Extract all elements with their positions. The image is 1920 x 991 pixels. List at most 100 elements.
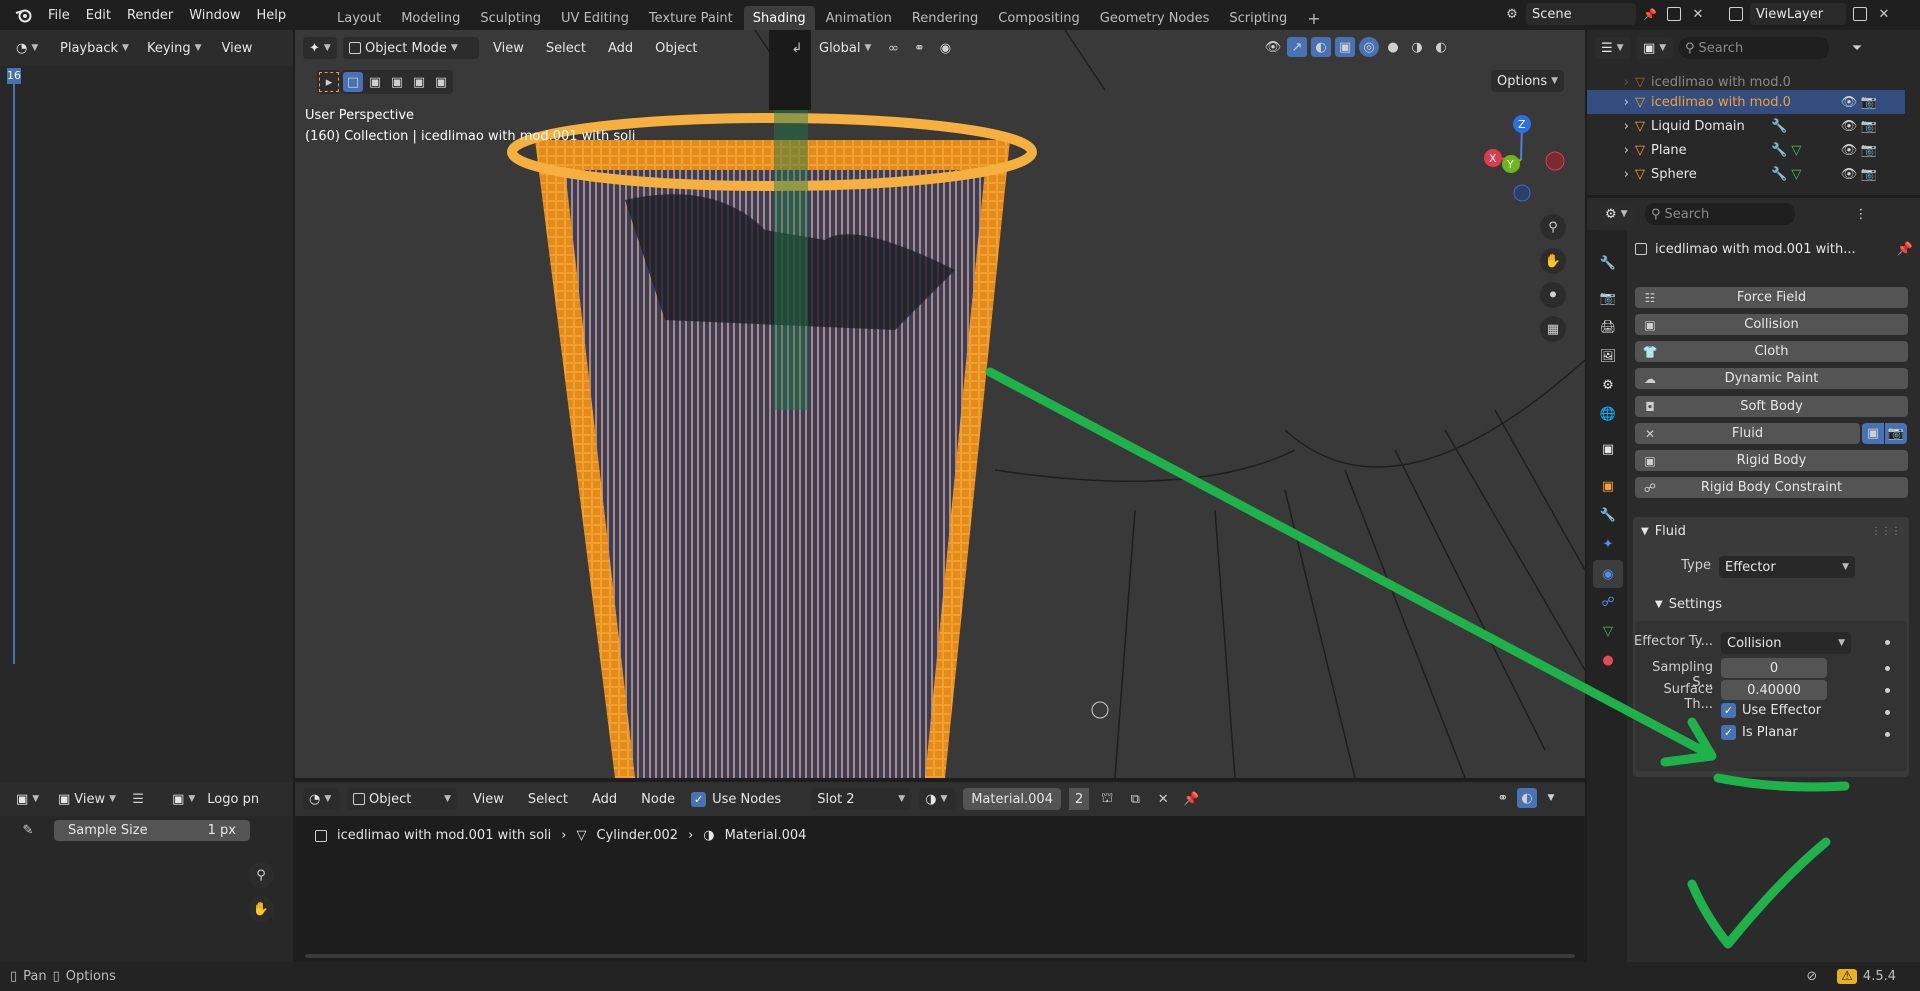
blender-logo-icon[interactable] (12, 5, 36, 25)
image-name[interactable]: Logo pn (207, 792, 259, 807)
orientation-dropdown[interactable]: Global ▼ (813, 37, 877, 59)
collection-tab-icon[interactable]: ▣ (1597, 438, 1619, 460)
snap-icon[interactable]: ⚭ (909, 38, 929, 58)
use-effector-checkbox[interactable]: ✓ Use Effector (1721, 703, 1821, 718)
eye-icon[interactable]: 👁 (1839, 92, 1859, 112)
eye-icon[interactable]: 👁 (1839, 140, 1859, 160)
node-menu-add[interactable]: Add (584, 782, 625, 816)
data-tab-icon[interactable]: ▽ (1597, 620, 1619, 642)
fluid-button[interactable]: ✕ Fluid (1635, 423, 1860, 444)
scene-icon[interactable]: ⚙ (1502, 4, 1522, 24)
keyframe-dot-icon[interactable] (1885, 688, 1890, 693)
effector-type-dropdown[interactable]: Collision ▼ (1721, 632, 1851, 654)
outliner-row-selected[interactable]: › ▽ icedlimao with mod.0 👁 📷 (1587, 90, 1905, 114)
tab-geometry-nodes[interactable]: Geometry Nodes (1091, 6, 1219, 30)
soft-body-button[interactable]: ◘ Soft Body (1635, 396, 1908, 417)
scene-tab-icon[interactable]: ⚙ (1597, 374, 1619, 396)
warning-icon[interactable]: ⚠ (1837, 969, 1857, 984)
outliner-search[interactable]: ⚲ Search (1679, 37, 1829, 59)
settings-subpanel-header[interactable]: ▼ Settings (1655, 597, 1722, 612)
new-scene-icon[interactable] (1664, 4, 1684, 24)
zoom-icon[interactable]: ⚲ (248, 862, 274, 888)
material-shading-icon[interactable]: ◑ (1407, 37, 1427, 57)
image-editor-type[interactable]: ▣ ▼ (10, 788, 46, 810)
object-mode-dropdown[interactable]: Object Mode ▼ (343, 37, 479, 59)
pin-icon[interactable]: 📌 (1640, 4, 1660, 24)
type-dropdown[interactable]: Effector ▼ (1719, 556, 1855, 578)
slot-dropdown[interactable]: Slot 2 ▼ (811, 788, 912, 810)
output-tab-icon[interactable]: 🖨 (1597, 316, 1619, 338)
visibility-icon[interactable]: 👁 (1263, 37, 1283, 57)
delete-scene-icon[interactable]: ✕ (1688, 4, 1708, 24)
tab-rendering[interactable]: Rendering (903, 6, 987, 30)
material-users-count[interactable]: 2 (1068, 788, 1090, 810)
modifier-tab-icon[interactable]: 🔧 (1597, 504, 1619, 526)
keyframe-dot-icon[interactable] (1885, 710, 1890, 715)
tab-layout[interactable]: Layout (328, 6, 390, 30)
view-layer-tab-icon[interactable]: 🖼 (1597, 345, 1619, 367)
outliner-row[interactable]: › ▽ Sphere 🔧 ▽ 👁 📷 (1587, 162, 1905, 186)
collision-button[interactable]: ▣ Collision (1635, 314, 1908, 335)
proportional-edit-icon[interactable]: ◉ (935, 38, 955, 58)
image-browse-dropdown[interactable]: ▣ ▼ (166, 788, 202, 810)
pin-icon[interactable]: 📌 (1181, 789, 1201, 809)
tab-compositing[interactable]: Compositing (989, 6, 1089, 30)
object-tab-icon[interactable]: ▣ (1597, 475, 1619, 497)
filter-icon[interactable]: ⏷ (1847, 38, 1867, 58)
delete-viewlayer-icon[interactable]: ✕ (1874, 4, 1894, 24)
viewport-menu-add[interactable]: Add (600, 30, 641, 66)
tab-texture-paint[interactable]: Texture Paint (640, 6, 742, 30)
options-dropdown[interactable]: Options ▼ (1491, 70, 1565, 92)
fluid-viewport-toggle-icon[interactable]: ▣ (1862, 423, 1884, 444)
viewport-menu-select[interactable]: Select (538, 30, 594, 66)
physics-tab-icon[interactable]: ◉ (1593, 560, 1623, 588)
new-viewlayer-icon[interactable] (1850, 4, 1870, 24)
image-view-dropdown[interactable]: ▣ View ▼ (52, 788, 123, 810)
tab-scripting[interactable]: Scripting (1220, 6, 1296, 30)
tab-modeling[interactable]: Modeling (392, 6, 469, 30)
playback-dropdown[interactable]: Playback ▼ (54, 37, 135, 59)
world-tab-icon[interactable]: 🌐 (1597, 403, 1619, 425)
keying-dropdown[interactable]: Keying ▼ (140, 37, 208, 59)
rigid-body-button[interactable]: ▣ Rigid Body (1635, 450, 1908, 471)
eye-icon[interactable]: 👁 (1839, 164, 1859, 184)
fluid-render-toggle-icon[interactable]: 📷 (1885, 423, 1907, 444)
constraints-tab-icon[interactable]: ☍ (1597, 591, 1619, 613)
viewport-editor-type[interactable]: ✦ ▼ (303, 37, 337, 59)
xray-icon[interactable]: ▣ (1335, 37, 1355, 57)
network-off-icon[interactable]: ⊘ (1806, 969, 1817, 984)
properties-options-icon[interactable]: ⋮ (1851, 204, 1871, 224)
shader-type-dropdown[interactable]: Object ▼ (347, 788, 457, 810)
properties-editor-type[interactable]: ⚙ ▼ (1599, 203, 1637, 225)
fluid-panel-header[interactable]: ▼ Fluid ⋮⋮⋮ (1633, 517, 1909, 545)
node-menu-node[interactable]: Node (633, 782, 683, 816)
properties-search[interactable]: ⚲ Search (1645, 203, 1795, 225)
scene-field[interactable]: Scene (1526, 3, 1636, 25)
tab-sculpting[interactable]: Sculpting (471, 6, 550, 30)
tool-tab-icon[interactable]: 🔧 (1597, 252, 1619, 274)
render-tab-icon[interactable]: 📷 (1597, 287, 1619, 309)
gizmo-toggle-icon[interactable]: ↗ (1287, 37, 1307, 57)
camera-render-icon[interactable]: 📷 (1859, 164, 1879, 184)
rigid-body-constraint-button[interactable]: ☍ Rigid Body Constraint (1635, 477, 1908, 498)
cloth-button[interactable]: 👕 Cloth (1635, 341, 1908, 362)
menu-window[interactable]: Window (181, 0, 248, 30)
drag-handle-icon[interactable]: ⋮⋮⋮ (1871, 526, 1901, 537)
keyframe-dot-icon[interactable] (1885, 732, 1890, 737)
select-invert-icon[interactable]: ▣ (409, 72, 429, 92)
unlink-material-icon[interactable]: ✕ (1153, 789, 1173, 809)
material-name-field[interactable]: Material.004 (963, 788, 1061, 810)
sample-size-field[interactable]: Sample Size 1 px (54, 820, 250, 841)
editor-type-dropdown[interactable]: ◔ ▼ (10, 37, 48, 59)
material-tab-icon[interactable]: ● (1597, 649, 1619, 671)
pan-hand-icon[interactable]: ✋ (248, 896, 274, 922)
surface-thickness-field[interactable]: 0.40000 (1721, 680, 1827, 700)
ortho-grid-icon[interactable]: ▦ (1540, 316, 1566, 342)
particles-tab-icon[interactable]: ✦ (1597, 533, 1619, 555)
pan-hand-icon[interactable]: ✋ (1540, 248, 1566, 274)
tab-shading[interactable]: Shading (743, 6, 815, 30)
add-workspace-icon[interactable]: + (1298, 6, 1329, 30)
viewport-3d[interactable]: ✦ ▼ Object Mode ▼ View Select Add Object ↲… (295, 30, 1585, 778)
is-planar-checkbox[interactable]: ✓ Is Planar (1721, 725, 1798, 740)
camera-view-icon[interactable]: ⚫ (1540, 282, 1566, 308)
